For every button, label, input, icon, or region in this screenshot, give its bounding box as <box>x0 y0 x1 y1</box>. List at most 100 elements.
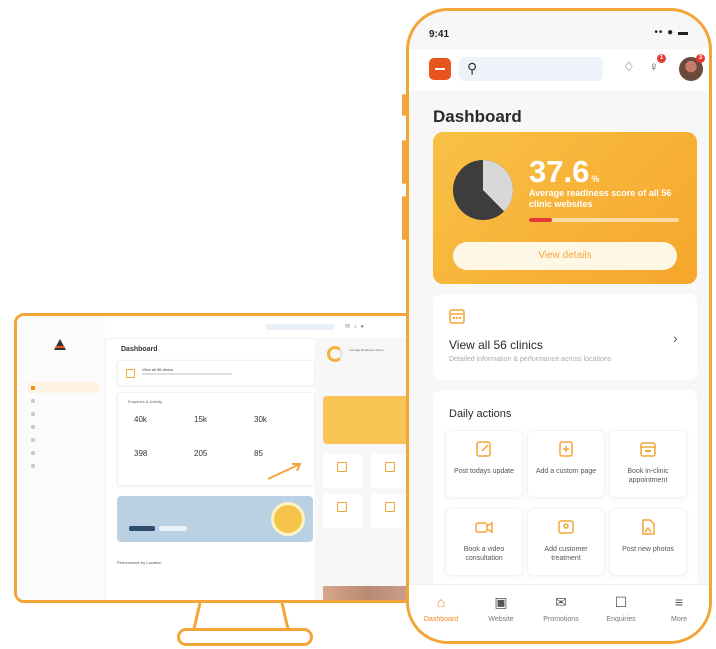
desktop-header-icons[interactable]: ✉ ♪ ● <box>345 323 365 330</box>
search-icon: ⚲ <box>467 60 478 76</box>
action-tile-label: Book a video consultation <box>463 546 505 562</box>
desktop-action-tile[interactable] <box>371 454 411 488</box>
nav-icon <box>31 411 35 416</box>
monitor-stand <box>192 603 290 630</box>
readiness-score: 37.6% <box>529 154 599 190</box>
tab-label: Dashboard <box>423 616 459 623</box>
desktop-clinics-title: View all 56 clinics <box>142 367 174 372</box>
megaphone-icon: ✉ <box>555 594 567 610</box>
search-input[interactable]: ⚲ <box>459 57 603 81</box>
desktop-stat-value: 30k <box>254 415 267 424</box>
action-icon <box>385 502 395 512</box>
desktop-readiness-label: Average Readiness Score <box>349 348 384 352</box>
action-tile-label: Book in-clinic appointment <box>627 468 669 484</box>
desktop-nav-item[interactable] <box>27 408 99 419</box>
desktop-stat-value: 40k <box>134 415 147 424</box>
desktop-stat-value: 398 <box>134 449 148 458</box>
desktop-main: Dashboard View all 56 clinics Enquiries … <box>105 338 315 600</box>
view-clinics-subtitle: Detailed information & performance acros… <box>449 356 612 363</box>
desktop-clinics-subtitle-placeholder <box>142 373 232 375</box>
app-header: ⚲ ♢ ♀ 1 3 <box>409 49 709 91</box>
action-tile-label: Post new photos <box>622 546 674 553</box>
video-icon <box>475 521 493 534</box>
desktop-nav-item-dashboard[interactable] <box>27 382 99 393</box>
nav-icon <box>31 463 35 468</box>
treatment-icon <box>558 520 574 534</box>
page-add-icon <box>559 441 573 457</box>
tab-website[interactable]: ▣ Website <box>471 593 531 623</box>
desktop-clinics-card[interactable]: View all 56 clinics <box>117 360 315 386</box>
home-icon: ⌂ <box>436 594 446 610</box>
desktop-nav-item[interactable] <box>27 395 99 406</box>
desktop-photo-strip <box>323 586 411 600</box>
action-tile-customer-treatment[interactable]: Add customer treatment <box>527 508 605 576</box>
desktop-nav-item[interactable] <box>27 447 99 458</box>
tab-promotions[interactable]: ✉ Promotions <box>531 593 591 623</box>
view-details-button[interactable]: View details <box>453 242 677 270</box>
tab-dashboard[interactable]: ⌂ Dashboard <box>411 593 471 623</box>
status-time: 9:41 <box>429 29 450 40</box>
logo-icon[interactable] <box>429 58 451 80</box>
action-tile-video-consult[interactable]: Book a video consultation <box>445 508 523 576</box>
desktop-search-input[interactable] <box>265 324 335 330</box>
desktop-action-tile[interactable] <box>323 494 363 528</box>
readiness-description: Average readiness score of all 56 clinic… <box>529 188 672 209</box>
desktop-page-title: Dashboard <box>121 346 158 353</box>
view-clinics-title: View all 56 clinics <box>449 338 543 352</box>
tab-enquiries[interactable]: ☐ Enquiries <box>591 593 651 623</box>
badge-seal-icon <box>271 502 305 536</box>
notification-badge: 3 <box>696 54 705 63</box>
desktop-hero-card[interactable] <box>323 396 411 444</box>
chevron-right-icon[interactable]: › <box>673 330 678 346</box>
tab-label: Promotions <box>543 616 579 623</box>
tab-more[interactable]: ≡ More <box>649 593 709 623</box>
readiness-progress-fill <box>529 218 552 222</box>
desktop-action-tile[interactable] <box>371 494 411 528</box>
action-tile-custom-page[interactable]: Add a custom page <box>527 430 605 498</box>
trend-arrow-icon <box>267 463 302 480</box>
view-clinics-card[interactable]: View all 56 clinics Detailed information… <box>433 294 697 380</box>
website-icon: ▣ <box>494 594 508 610</box>
menu-icon: ≡ <box>674 594 684 610</box>
action-tile-post-photos[interactable]: Post new photos <box>609 508 687 576</box>
action-tile-label: Add customer treatment <box>544 546 588 562</box>
action-tile-label: Post todays update <box>454 468 514 475</box>
action-icon <box>337 462 347 472</box>
desktop-stat-value: 85 <box>254 449 263 458</box>
calendar-icon <box>449 309 465 324</box>
action-tile-book-appointment[interactable]: Book in-clinic appointment <box>609 430 687 498</box>
readiness-score-unit: % <box>591 174 600 184</box>
desktop-sidebar <box>17 316 106 600</box>
desktop-nav-item[interactable] <box>27 421 99 432</box>
nav-icon <box>31 437 35 442</box>
action-icon <box>337 502 347 512</box>
action-tile-post-update[interactable]: Post todays update <box>445 430 523 498</box>
inbox-icon: ☐ <box>614 594 628 610</box>
desktop-stats-card: Enquiries & Activity 40k 15k 30k 398 205… <box>117 392 315 486</box>
readiness-ring-icon <box>327 346 343 362</box>
desktop-stat-value: 205 <box>194 449 208 458</box>
readiness-score-value: 37.6 <box>529 154 590 189</box>
desktop-nav-item[interactable] <box>27 434 99 445</box>
page-title: Dashboard <box>433 107 522 126</box>
desktop-banner-primary-button[interactable] <box>129 526 155 531</box>
desktop-performance-heading: Performance by Location <box>117 560 162 565</box>
desktop-nav <box>27 382 99 473</box>
nav-icon <box>31 398 35 403</box>
desktop-promo-banner <box>117 496 313 542</box>
home-icon <box>31 385 35 390</box>
action-tile-label: Add a custom page <box>535 468 597 475</box>
daily-actions-title: Daily actions <box>449 408 512 420</box>
desktop-banner-secondary-button[interactable] <box>159 526 187 531</box>
notification-badge: 1 <box>657 54 666 63</box>
bottom-tab-bar: ⌂ Dashboard ▣ Website ✉ Promotions ☐ Enq… <box>409 584 709 641</box>
logo-icon <box>54 339 66 350</box>
tab-label: Enquiries <box>606 616 636 623</box>
calendar-icon <box>126 369 135 378</box>
desktop-nav-item[interactable] <box>27 460 99 471</box>
bell-icon[interactable]: ♢ <box>623 59 635 75</box>
desktop-action-tile[interactable] <box>323 454 363 488</box>
desktop-stat-value: 15k <box>194 415 207 424</box>
phone-frame: 9:41 •• ● ▬ ⚲ ♢ ♀ 1 3 Dashboard 37.6% Av… <box>406 8 712 644</box>
tab-label: Website <box>488 616 514 623</box>
